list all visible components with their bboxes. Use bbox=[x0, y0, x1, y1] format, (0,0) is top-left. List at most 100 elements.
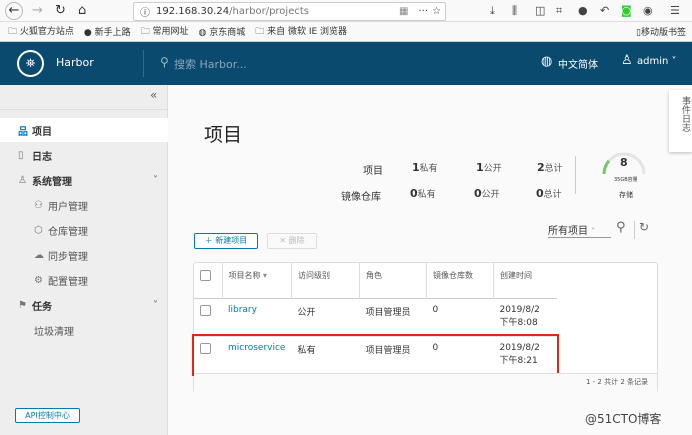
sidebar-item-gc[interactable]: 垃圾清理 bbox=[0, 318, 168, 342]
col-repos[interactable]: 镜像仓库数 bbox=[425, 263, 494, 298]
table-row: microservice 私有 项目管理员 0 2019/8/2 下午8:21 bbox=[192, 334, 559, 376]
app-header: ⛯ Harbor ⚲ 搜索 Harbor... ◍ 中文简体 ♙ admin ˅ bbox=[0, 42, 692, 85]
page-title: 项目 bbox=[204, 124, 243, 146]
bookmarks-bar: 🗀 火狐官方站点 ● 新手上路 🗀 常用网址 ◍ 京东商城 🗀 来自 微软 IE… bbox=[0, 22, 692, 42]
users-icon: ⚇ bbox=[34, 199, 43, 211]
back-icon[interactable]: ← bbox=[5, 2, 23, 20]
repos-cell: 0 bbox=[432, 342, 439, 353]
sidebar: « 品项目 ▯ 日志 ♙ 系统管理 ˅ ⚇ 用户管理 ⬡ 仓库管理 ☁ 同步管理 ⚙ 配置管理… bbox=[0, 85, 168, 435]
url-host: 192.168.30.24 bbox=[156, 6, 230, 17]
mobile-bookmarks[interactable]: ▯移动版书签 bbox=[636, 25, 686, 38]
undo-icon[interactable]: ↶ bbox=[600, 4, 609, 17]
created-cell: 2019/8/2 下午8:21 bbox=[499, 342, 540, 366]
stats-projects-label: 项目 bbox=[363, 166, 383, 177]
bookmark-item[interactable]: 🗀 常用网址 bbox=[141, 24, 189, 40]
sidebar-item-config[interactable]: ⚙ 配置管理 bbox=[0, 268, 168, 292]
search-icon: ⚲ bbox=[160, 55, 169, 69]
chat-icon[interactable]: ● bbox=[578, 4, 588, 17]
row-checkbox[interactable] bbox=[200, 304, 211, 316]
sidebar-item-logs[interactable]: ▯ 日志 bbox=[0, 143, 168, 167]
new-project-button[interactable]: ＋ 新建项目 bbox=[194, 233, 258, 249]
language-selector[interactable]: 中文简体 bbox=[558, 56, 598, 71]
user-icon: ♙ bbox=[621, 53, 633, 68]
repos-public: 0公开 bbox=[474, 187, 500, 200]
chevron-down-icon: ˅ bbox=[153, 299, 158, 311]
admin-icon: ♙ bbox=[18, 174, 27, 186]
download-icon[interactable]: ⤓ bbox=[490, 4, 495, 18]
storage-label: 存储 bbox=[619, 191, 633, 199]
bookmark-item[interactable]: ◍ 京东商城 bbox=[199, 25, 246, 38]
projects-table: 项目名称 ▾ 访问级别 角色 镜像仓库数 创建时间 library 公开 项目管… bbox=[192, 262, 658, 393]
forward-icon[interactable]: → bbox=[32, 3, 43, 18]
account-icon[interactable]: ◉ bbox=[643, 4, 653, 17]
app-name[interactable]: Harbor bbox=[56, 56, 94, 69]
table-row: library 公开 项目管理员 0 2019/8/2 下午8:08 bbox=[194, 298, 557, 336]
bookmark-item[interactable]: 🗀 来自 微软 IE 浏览器 bbox=[255, 24, 347, 40]
qr-icon[interactable]: ▦ bbox=[399, 6, 408, 17]
role-cell: 项目管理员 bbox=[365, 307, 411, 318]
project-filter-select[interactable]: 所有项目 ˅ bbox=[548, 222, 611, 238]
chevron-down-icon: ˅ bbox=[153, 174, 158, 186]
delete-button[interactable]: ✕ 删除 bbox=[267, 233, 317, 249]
event-log-tab[interactable]: 事件日志 bbox=[669, 90, 692, 152]
menu-icon[interactable]: ☰ bbox=[670, 4, 680, 17]
table-header: 项目名称 ▾ 访问级别 角色 镜像仓库数 创建时间 bbox=[194, 263, 557, 298]
info-icon: ⓘ bbox=[140, 8, 150, 19]
repos-private: 0私有 bbox=[410, 187, 436, 200]
access-cell: 私有 bbox=[297, 345, 316, 356]
pagination-info: 1 - 2 共计 2 条记录 bbox=[586, 378, 649, 386]
projects-total: 2总计 bbox=[537, 161, 563, 174]
log-icon: ▯ bbox=[18, 149, 24, 161]
extension-icon[interactable]: ◙ bbox=[621, 4, 632, 17]
globe-icon: ◍ bbox=[541, 54, 553, 69]
crop-icon[interactable]: ⌗ bbox=[556, 4, 562, 18]
cloud-icon: ☁ bbox=[34, 249, 44, 261]
projects-icon: 品 bbox=[18, 126, 28, 138]
collapse-icon[interactable]: « bbox=[150, 88, 157, 102]
gear-icon: ⚙ bbox=[34, 274, 43, 286]
bookmark-item[interactable]: ● 新手上路 bbox=[84, 25, 131, 38]
harbor-logo-icon[interactable]: ⛯ bbox=[17, 50, 44, 77]
sidebar-item-admin[interactable]: ♙ 系统管理 ˅ bbox=[0, 168, 168, 192]
user-menu[interactable]: admin ˅ bbox=[637, 56, 677, 67]
sidebar-icon[interactable]: ◫ bbox=[535, 4, 545, 17]
refresh-icon[interactable]: ↻ bbox=[639, 220, 649, 234]
search-input[interactable]: 搜索 Harbor... bbox=[174, 56, 247, 72]
repos-cell: 0 bbox=[432, 304, 439, 315]
url-bar[interactable]: ⓘ 192.168.30.24/harbor/projects ▦ ··· ☆ bbox=[133, 2, 446, 21]
cube-icon: ⬡ bbox=[34, 224, 43, 236]
sidebar-item-registries[interactable]: ⬡ 仓库管理 bbox=[0, 218, 168, 242]
row-checkbox[interactable] bbox=[200, 342, 211, 354]
url-path: /harbor/projects bbox=[229, 6, 309, 17]
select-all-checkbox[interactable] bbox=[200, 270, 211, 281]
col-access[interactable]: 访问级别 bbox=[290, 263, 360, 298]
reload-icon[interactable]: ↻ bbox=[55, 3, 66, 18]
sidebar-item-replication[interactable]: ☁ 同步管理 bbox=[0, 243, 168, 267]
star-icon[interactable]: ☆ bbox=[432, 6, 441, 17]
project-link[interactable]: library bbox=[228, 305, 257, 315]
created-cell: 2019/8/2 下午8:08 bbox=[499, 304, 540, 328]
watermark: @51CTO博客 bbox=[585, 412, 662, 426]
project-link[interactable]: microservice bbox=[228, 343, 285, 353]
more-icon[interactable]: ··· bbox=[418, 6, 428, 17]
home-icon[interactable]: ⌂ bbox=[78, 3, 86, 18]
stats-repos-label: 镜像仓库 bbox=[341, 192, 381, 203]
search-icon[interactable]: ⚲ bbox=[616, 220, 626, 235]
col-role[interactable]: 角色 bbox=[358, 263, 427, 298]
role-cell: 项目管理员 bbox=[365, 345, 411, 356]
repos-total: 0总计 bbox=[536, 187, 562, 200]
storage-value: 8 bbox=[620, 156, 628, 169]
tasks-icon: ⚑ bbox=[18, 299, 27, 311]
sidebar-item-tasks[interactable]: ⚑ 任务 ˅ bbox=[0, 293, 168, 317]
api-explorer-button[interactable]: API控制中心 bbox=[15, 408, 80, 423]
sidebar-item-projects[interactable]: 品项目 bbox=[0, 118, 168, 142]
sidebar-item-users[interactable]: ⚇ 用户管理 bbox=[0, 193, 168, 217]
projects-public: 1公开 bbox=[476, 161, 502, 174]
projects-private: 1私有 bbox=[412, 161, 438, 174]
bookmark-item[interactable]: 🗀 火狐官方站点 bbox=[8, 24, 74, 40]
col-name[interactable]: 项目名称 ▾ bbox=[221, 263, 292, 298]
storage-capacity: 35GB容量 bbox=[614, 177, 638, 183]
access-cell: 公开 bbox=[297, 307, 316, 318]
col-created[interactable]: 创建时间 bbox=[492, 263, 557, 298]
library-icon[interactable]: ⫼ bbox=[512, 4, 517, 18]
